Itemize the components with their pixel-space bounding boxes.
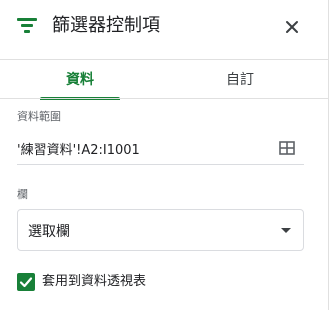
grid-icon[interactable] [279, 140, 295, 155]
filter-icon [17, 18, 37, 34]
filter-controls-panel: 篩選器控制項 資料 自訂 資料範圍 '練習資料'!A2:I1001 欄 選取欄 … [0, 0, 329, 310]
check-icon [19, 277, 33, 288]
tabs-divider [0, 98, 329, 99]
column-select[interactable]: 選取欄 [17, 209, 304, 251]
header-divider [0, 59, 329, 60]
apply-to-pivot-checkbox[interactable] [17, 273, 35, 291]
tab-data[interactable]: 資料 [20, 62, 140, 100]
column-select-value: 選取欄 [28, 224, 70, 240]
data-range-input[interactable]: '練習資料'!A2:I1001 [17, 139, 140, 158]
data-range-underline [17, 164, 304, 165]
data-range-label: 資料範圍 [17, 110, 61, 123]
chevron-down-icon [281, 228, 291, 233]
close-icon[interactable] [284, 19, 300, 35]
panel-header: 篩選器控制項 [0, 0, 329, 52]
column-label: 欄 [17, 188, 28, 201]
apply-to-pivot-label: 套用到資料透視表 [42, 274, 147, 289]
panel-title: 篩選器控制項 [52, 15, 160, 36]
tab-customize[interactable]: 自訂 [180, 62, 300, 98]
